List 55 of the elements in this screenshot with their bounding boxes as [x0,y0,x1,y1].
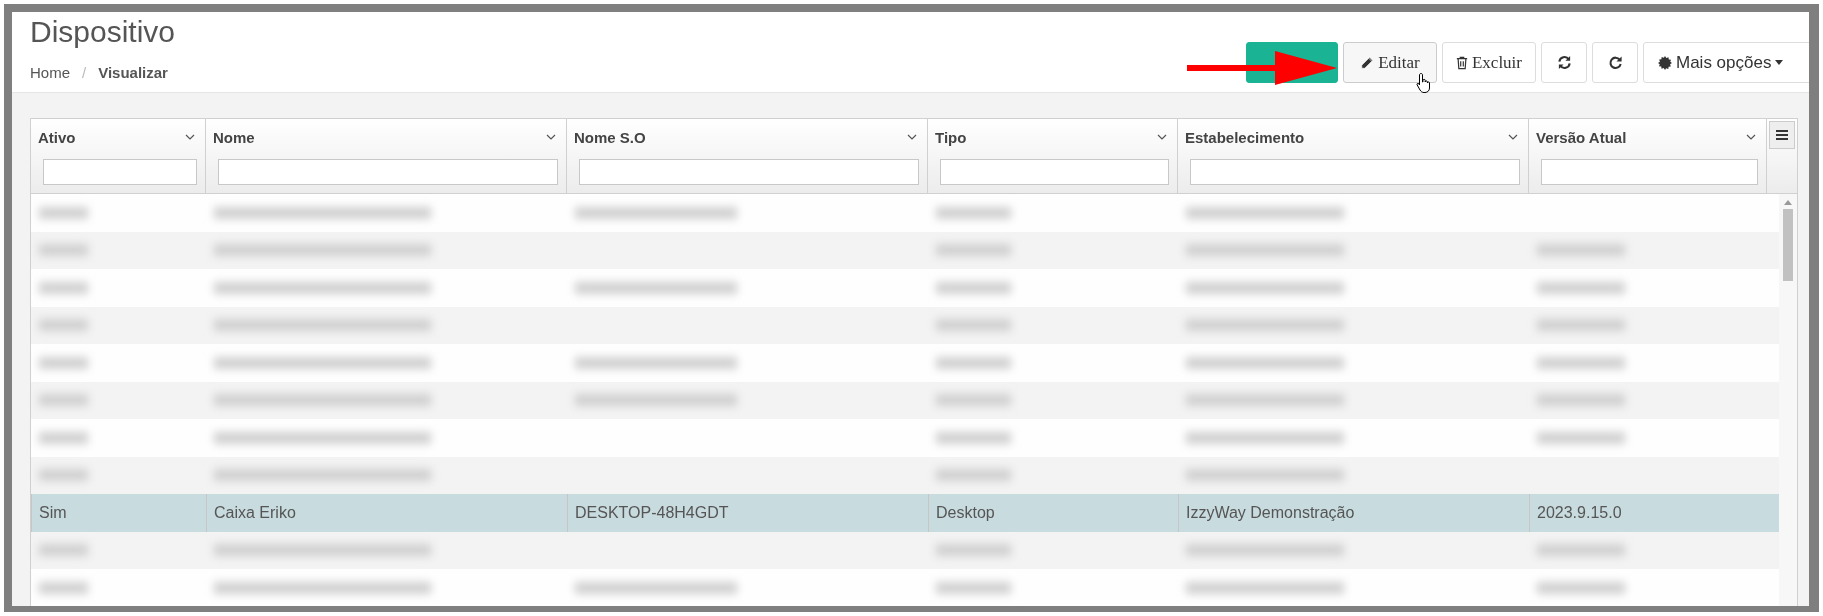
table-cell: Caixa Eriko [214,503,296,522]
trash-icon [1455,55,1468,70]
column-header[interactable]: Ativo [31,119,206,193]
table-cell: DESKTOP-48H4GDT [575,503,729,522]
scrollbar[interactable] [1779,194,1797,606]
column-header[interactable]: Nome [206,119,567,193]
scroll-up-icon [1784,200,1792,205]
column-title: Versão Atual [1536,128,1627,146]
table-cell: IzzyWay Demonstração [1186,503,1355,522]
column-title: Tipo [935,128,967,146]
table-row[interactable] [31,231,1779,269]
breadcrumb-separator: / [82,64,87,81]
column-title: Nome [213,128,255,146]
redo-icon [1607,55,1623,70]
reload-button[interactable] [1592,42,1638,83]
scrollbar-thumb[interactable] [1783,209,1793,281]
gear-icon [1658,55,1672,70]
filter-field[interactable] [940,159,1169,185]
caret-icon [1775,60,1784,65]
table-cell: 2023.9.15.0 [1537,503,1622,522]
table-cell: Desktop [936,503,995,522]
page-title: Dispositivo [30,14,176,50]
filter-field[interactable] [218,159,558,185]
table-row[interactable] [31,381,1779,419]
column-header[interactable]: Tipo [928,119,1178,193]
table-row[interactable] [31,531,1779,569]
column-header[interactable]: Versão Atual [1529,119,1767,193]
refresh-icon [1556,55,1572,70]
chevron-down-icon [1508,134,1518,140]
table-row[interactable] [31,306,1779,344]
table-row[interactable] [31,456,1779,494]
chevron-down-icon [546,134,556,140]
pencil-icon [1360,55,1375,70]
column-title: Nome S.O [574,128,646,146]
filter-field[interactable] [1541,159,1758,185]
column-title: Estabelecimento [1185,128,1305,146]
column-title: Ativo [38,128,76,146]
delete-button[interactable]: Excluir [1442,42,1536,83]
chevron-down-icon [1746,134,1756,140]
chevron-down-icon [185,134,195,140]
refresh-button[interactable] [1541,42,1587,83]
filter-field[interactable] [579,159,919,185]
column-header[interactable]: Estabelecimento [1178,119,1529,193]
chevron-down-icon [1157,134,1167,140]
breadcrumb-link[interactable]: Home [30,64,70,81]
breadcrumb-current: Visualizar [98,64,168,81]
menu-icon [1776,130,1788,140]
chevron-down-icon [907,134,917,140]
table-cell: Sim [39,503,67,522]
filter-field[interactable] [1190,159,1520,185]
column-menu-button[interactable] [1769,121,1795,149]
column-header[interactable]: Nome S.O [567,119,928,193]
table-row[interactable]: Sim Caixa Eriko DESKTOP-48H4GDT Desktop IzzyWay Demonstração 2023.9.15.0 [31,494,1779,532]
filter-field[interactable] [43,159,197,185]
more-options-button[interactable]: Mais opções [1643,42,1809,83]
